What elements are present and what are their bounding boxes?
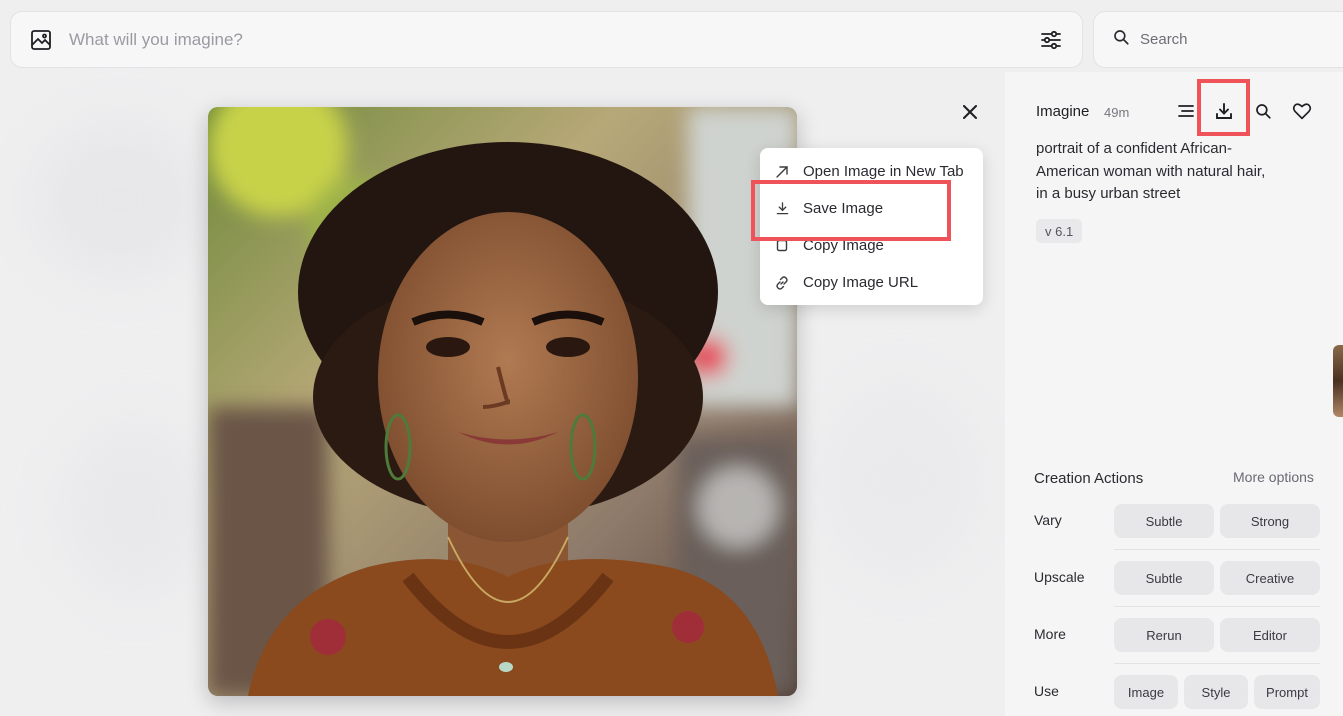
- use-prompt-button[interactable]: Prompt: [1254, 675, 1320, 709]
- upscale-creative-button[interactable]: Creative: [1220, 561, 1320, 595]
- search-input[interactable]: [1140, 31, 1340, 48]
- menu-item-label: Save Image: [803, 200, 884, 217]
- row-divider: [1114, 606, 1320, 607]
- download-icon: [775, 202, 789, 216]
- panel-title: Imagine: [1036, 103, 1090, 120]
- more-row: More Rerun Editor: [1034, 618, 1324, 664]
- portrait-image: [208, 107, 797, 696]
- row-label: Vary: [1034, 512, 1062, 528]
- vary-subtle-button[interactable]: Subtle: [1114, 504, 1214, 538]
- prompt-input[interactable]: [69, 29, 1036, 50]
- more-options-link[interactable]: More options: [1233, 469, 1314, 485]
- rerun-button[interactable]: Rerun: [1114, 618, 1214, 652]
- editor-button[interactable]: Editor: [1220, 618, 1320, 652]
- image-context-menu: Open Image in New Tab Save Image Copy Im…: [760, 148, 983, 305]
- version-badge: v 6.1: [1036, 219, 1083, 243]
- upscale-row: Upscale Subtle Creative: [1034, 561, 1324, 607]
- menu-item-copy-image-url[interactable]: Copy Image URL: [760, 264, 983, 301]
- menu-item-copy-image[interactable]: Copy Image: [760, 227, 983, 264]
- generated-image[interactable]: [208, 107, 797, 696]
- use-image-button[interactable]: Image: [1114, 675, 1178, 709]
- row-label: More: [1034, 626, 1066, 642]
- close-icon[interactable]: [958, 100, 982, 124]
- row-label: Use: [1034, 683, 1059, 699]
- row-divider: [1114, 549, 1320, 550]
- creation-actions-title: Creation Actions: [1034, 470, 1144, 487]
- use-row: Use Image Style Prompt: [1034, 675, 1324, 709]
- vary-strong-button[interactable]: Strong: [1220, 504, 1320, 538]
- menu-item-save-image[interactable]: Save Image: [760, 190, 983, 227]
- background-blur: [60, 420, 210, 600]
- menu-item-open-new-tab[interactable]: Open Image in New Tab: [760, 153, 983, 190]
- prompt-bar: [10, 11, 1083, 68]
- background-blur: [820, 380, 980, 580]
- copy-icon: [775, 239, 789, 253]
- arrow-up-right-icon: [775, 165, 789, 179]
- search-bar: [1093, 11, 1343, 68]
- search-icon[interactable]: [1251, 99, 1275, 123]
- menu-lines-icon[interactable]: [1174, 99, 1198, 123]
- row-divider: [1114, 663, 1320, 664]
- use-style-button[interactable]: Style: [1184, 675, 1248, 709]
- menu-item-label: Open Image in New Tab: [803, 163, 964, 180]
- background-blur: [30, 120, 210, 280]
- search-icon[interactable]: [1112, 28, 1130, 51]
- panel-timestamp: 49m: [1104, 105, 1130, 120]
- menu-item-label: Copy Image: [803, 237, 884, 254]
- image-icon[interactable]: [29, 28, 53, 52]
- link-icon: [775, 275, 789, 290]
- heart-icon[interactable]: [1290, 99, 1314, 123]
- sliders-icon[interactable]: [1036, 25, 1066, 55]
- menu-item-label: Copy Image URL: [803, 274, 919, 291]
- prompt-text[interactable]: portrait of a confident African-American…: [1036, 138, 1268, 206]
- upscale-subtle-button[interactable]: Subtle: [1114, 561, 1214, 595]
- next-image-thumbnail[interactable]: [1333, 345, 1343, 417]
- vary-row: Vary Subtle Strong: [1034, 504, 1324, 550]
- image-details-panel: Imagine 49m portrait of a confident Afri…: [1005, 72, 1343, 716]
- row-label: Upscale: [1034, 569, 1085, 585]
- download-icon[interactable]: [1212, 99, 1236, 123]
